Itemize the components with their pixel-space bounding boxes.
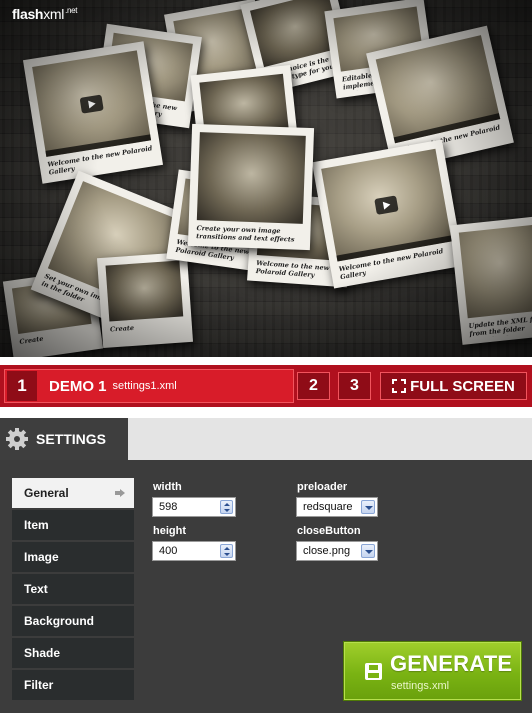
settings-panel: General Item Image Text Background Shade… <box>0 460 532 713</box>
spinner-icon[interactable] <box>220 544 233 558</box>
preloader-select[interactable]: redsquare <box>296 497 378 517</box>
gear-icon <box>6 428 28 450</box>
polaroid-featured[interactable]: Create your own image transitions and te… <box>187 123 315 251</box>
chevron-down-icon[interactable] <box>361 544 375 558</box>
fullscreen-label: FULL SCREEN <box>410 377 515 395</box>
polaroid-photo[interactable]: Update the XML files from the folder acc… <box>450 215 532 345</box>
menu-item-text[interactable]: Text <box>12 574 134 604</box>
settings-menu: General Item Image Text Background Shade… <box>12 478 134 702</box>
menu-item-shade[interactable]: Shade <box>12 638 134 668</box>
menu-item-image[interactable]: Image <box>12 542 134 572</box>
generate-button[interactable]: GENERATE settings.xml <box>344 642 521 700</box>
width-label: width <box>153 481 182 493</box>
arrow-right-icon <box>115 489 125 497</box>
height-input[interactable]: 400 <box>152 541 236 561</box>
polaroid-video[interactable]: Welcome to the new Polaroid Gallery <box>311 139 465 289</box>
save-icon <box>365 663 382 680</box>
polaroid-photo[interactable]: Create <box>96 251 194 349</box>
demo-title: DEMO 1 <box>49 377 107 395</box>
width-input[interactable]: 598 <box>152 497 236 517</box>
demo-file: settings1.xml <box>112 380 177 392</box>
settings-tabbar: SETTINGS <box>0 418 532 460</box>
chevron-down-icon[interactable] <box>361 500 375 514</box>
menu-item-filter[interactable]: Filter <box>12 670 134 700</box>
fullscreen-button[interactable]: FULL SCREEN <box>380 372 527 400</box>
demo-bar: 1 DEMO 1 settings1.xml 2 3 FULL SCREEN <box>0 365 532 407</box>
close-button-select[interactable]: close.png <box>296 541 378 561</box>
play-icon[interactable] <box>79 93 104 114</box>
generate-file: settings.xml <box>391 680 450 692</box>
play-icon[interactable] <box>374 195 399 215</box>
preloader-label: preloader <box>297 481 348 493</box>
height-label: height <box>153 525 186 537</box>
settings-tab-label: SETTINGS <box>36 431 107 447</box>
menu-item-item[interactable]: Item <box>12 510 134 540</box>
demo-3-button[interactable]: 3 <box>338 372 371 400</box>
demo-2-button[interactable]: 2 <box>297 372 330 400</box>
demo-1-tab[interactable]: 1 DEMO 1 settings1.xml <box>4 369 294 403</box>
spinner-icon[interactable] <box>220 500 233 514</box>
close-button-label: closeButton <box>297 525 361 537</box>
menu-item-background[interactable]: Background <box>12 606 134 636</box>
demo-1-number: 1 <box>7 371 37 401</box>
flashxml-logo: flashxml.net <box>12 6 78 22</box>
polaroid-video[interactable]: Welcome to the new Polaroid Gallery <box>22 41 164 184</box>
settings-tab[interactable]: SETTINGS <box>0 418 128 460</box>
gallery-preview[interactable]: flashxml.net Create Your choice is the f… <box>0 0 532 357</box>
generate-label: GENERATE <box>390 651 513 676</box>
menu-item-general[interactable]: General <box>12 478 134 508</box>
fullscreen-icon <box>392 379 407 393</box>
